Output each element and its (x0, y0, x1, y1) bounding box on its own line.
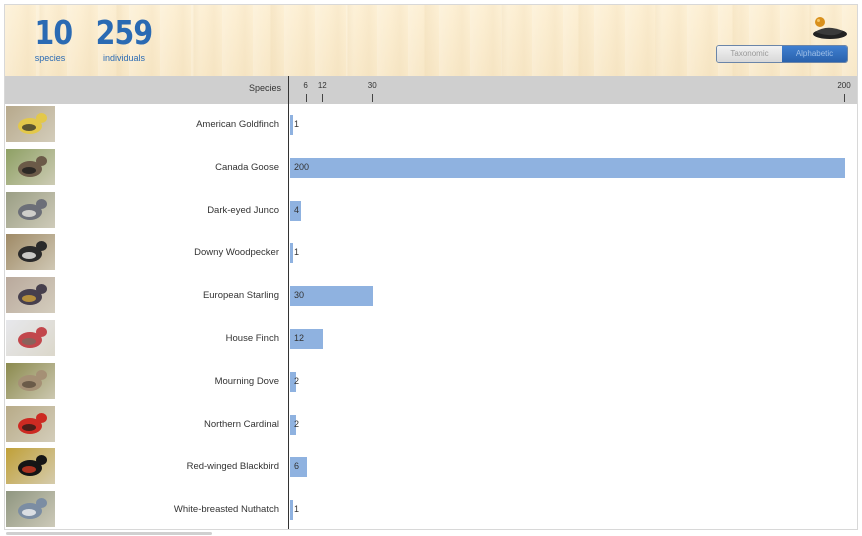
axis-tick-label: 6 (303, 81, 308, 90)
species-name: Northern Cardinal (204, 418, 279, 430)
individuals-stat: 259 individuals (91, 13, 157, 63)
sort-alphabetic-button[interactable]: Alphabetic (782, 46, 847, 62)
species-column-header[interactable]: Species (5, 83, 281, 93)
count-label: 1 (294, 119, 300, 129)
species-row[interactable]: Red-winged Blackbird 6 (5, 446, 857, 489)
sort-taxonomic-button[interactable]: Taxonomic (717, 46, 782, 62)
birds-panel: 10 species 259 individuals Taxonomic Alp… (4, 4, 858, 530)
species-row[interactable]: Downy Woodpecker 1 (5, 232, 857, 275)
species-row[interactable]: Northern Cardinal 2 (5, 404, 857, 447)
bird-photo (6, 320, 55, 356)
bird-photo (6, 234, 55, 271)
species-label: species (34, 53, 66, 63)
count-bar[interactable] (290, 157, 845, 178)
individuals-label: individuals (102, 53, 146, 63)
species-count: 10 (34, 13, 74, 52)
horizontal-scrollbar[interactable] (6, 532, 212, 535)
species-name: Mourning Dove (214, 375, 279, 387)
count-label: 1 (294, 247, 300, 258)
bird-logo-icon (813, 17, 847, 39)
bird-photo (6, 148, 55, 185)
bird-photo (6, 405, 55, 442)
species-row[interactable]: American Goldfinch 1 (5, 104, 857, 147)
species-name: White-breasted Nuthatch (173, 504, 279, 516)
bird-photo (6, 448, 55, 485)
axis-tick (322, 94, 324, 102)
species-row[interactable]: Canada Goose 200 (5, 147, 857, 190)
count-bar[interactable] (290, 243, 293, 264)
count-bar[interactable] (290, 115, 293, 135)
axis-tick (305, 94, 307, 102)
bird-photo (6, 106, 55, 142)
axis-tick (372, 94, 374, 102)
count-label: 6 (294, 461, 300, 472)
count-label: 12 (294, 333, 305, 343)
column-header: Species (5, 76, 857, 104)
axis-tick-label: 30 (367, 81, 377, 90)
species-row[interactable]: White-breasted Nuthatch 1 (5, 489, 857, 529)
bird-photo (6, 191, 55, 228)
count-label: 2 (294, 418, 300, 429)
species-row[interactable]: Dark-eyed Junco 4 (5, 190, 857, 233)
count-label: 4 (294, 204, 300, 215)
individuals-count: 259 (95, 13, 154, 52)
count-label: 200 (294, 161, 310, 172)
summary-header: 10 species 259 individuals Taxonomic Alp… (5, 5, 857, 76)
species-name: Dark-eyed Junco (207, 204, 279, 216)
bird-photo (6, 277, 55, 314)
count-label: 30 (294, 290, 305, 301)
count-label: 1 (294, 504, 300, 515)
axis-tick-label: 200 (837, 81, 851, 90)
species-name: Canada Goose (215, 161, 279, 173)
species-name: American Goldfinch (196, 119, 279, 130)
sort-toggle[interactable]: Taxonomic Alphabetic (716, 45, 848, 63)
count-label: 2 (294, 375, 300, 386)
species-row[interactable]: Mourning Dove 2 (5, 361, 857, 404)
species-name: European Starling (202, 290, 279, 302)
species-name: House Finch (225, 333, 279, 344)
bird-photo (6, 362, 55, 399)
species-name: Downy Woodpecker (194, 247, 279, 259)
species-stat: 10 species (32, 13, 74, 63)
axis-tick-label: 12 (317, 81, 327, 90)
species-row[interactable]: House Finch 12 (5, 318, 857, 361)
species-row[interactable]: European Starling 30 (5, 275, 857, 318)
bird-photo (6, 491, 55, 528)
count-bar[interactable] (290, 500, 293, 521)
species-name: Red-winged Blackbird (186, 461, 279, 473)
axis-tick (844, 94, 845, 102)
